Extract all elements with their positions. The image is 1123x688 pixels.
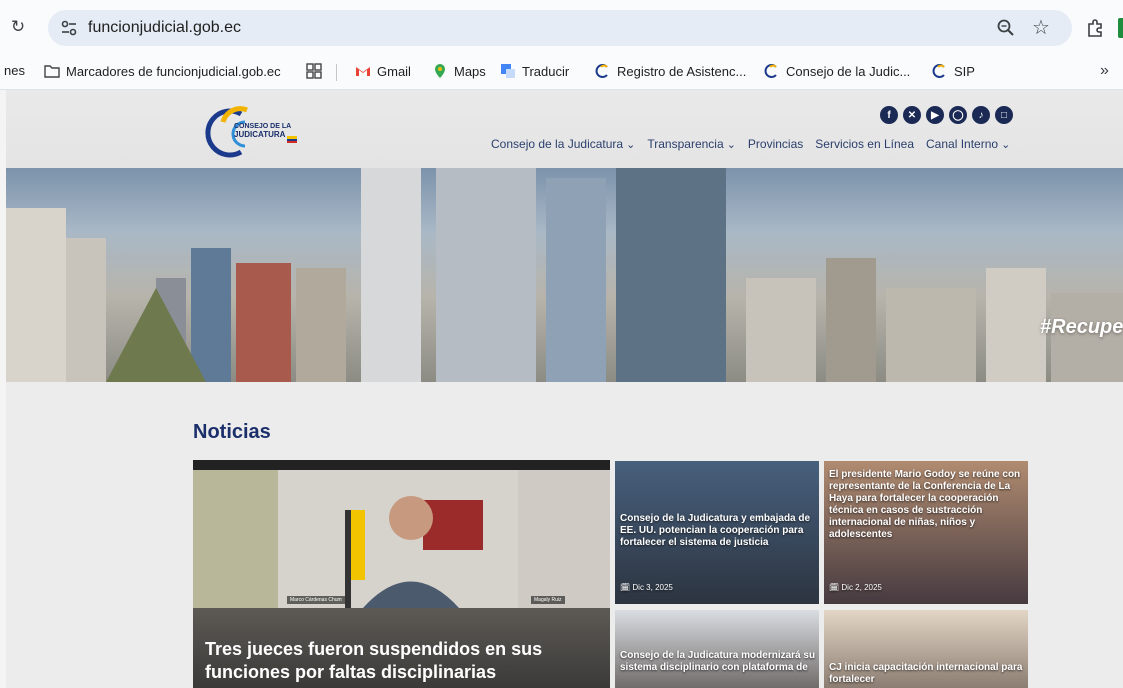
site-favicon (764, 64, 777, 78)
bookmark-label: Gmail (377, 63, 411, 79)
news-card-date: 🗓 Dic 3, 2025 (620, 583, 673, 592)
bookmark-label: nes (4, 63, 25, 78)
bookmark-folder[interactable]: Marcadores de funcionjudicial.gob.ec (44, 63, 281, 79)
maps-pin-icon (435, 64, 445, 78)
city-skyline-image (6, 168, 1123, 382)
zoom-icon[interactable] (996, 18, 1016, 38)
nav-consejo[interactable]: Consejo de la Judicatura (491, 137, 635, 151)
web-page: CONSEJO DE LA JUDICATURA f ✕ ▶ ◯ ♪ □ Con… (6, 90, 1123, 688)
site-settings-icon[interactable] (60, 20, 78, 36)
nav-provincias[interactable]: Provincias (748, 137, 803, 151)
divider (336, 64, 337, 81)
social-links: f ✕ ▶ ◯ ♪ □ (880, 106, 1013, 124)
bookmark-label: Registro de Asistenc... (617, 63, 747, 79)
bookmark-gmail[interactable]: Gmail (355, 63, 411, 79)
bookmark-truncated[interactable]: nes (4, 63, 25, 78)
site-header: CONSEJO DE LA JUDICATURA f ✕ ▶ ◯ ♪ □ Con… (6, 90, 1123, 168)
apps-grid-icon (306, 63, 322, 79)
reload-icon[interactable]: ↻ (8, 17, 28, 37)
logo-line1: CONSEJO DE LA (234, 123, 292, 130)
news-card[interactable]: Consejo de la Judicatura y embajada de E… (615, 461, 819, 604)
logo-text: CONSEJO DE LA JUDICATURA (234, 123, 291, 139)
bookmark-label: Traducir (522, 63, 570, 79)
x-icon[interactable]: ✕ (903, 106, 921, 124)
news-card-title[interactable]: CJ inicia capacitación internacional par… (829, 662, 1028, 686)
bookmark-label: SIP (954, 63, 975, 79)
main-news-card[interactable]: Marco Cárdenas Chum Magaly Ruiz Tres jue… (193, 460, 610, 688)
news-card[interactable]: El presidente Mario Godoy se reúne con r… (824, 461, 1028, 604)
videocall-image (193, 470, 610, 608)
nav-canal-interno[interactable]: Canal Interno (926, 137, 1010, 151)
youtube-icon[interactable]: ▶ (926, 106, 944, 124)
translate-icon (501, 64, 515, 78)
news-card-date: 🗓 Dic 2, 2025 (829, 583, 882, 592)
news-card-title[interactable]: Consejo de la Judicatura modernizará su … (620, 650, 819, 674)
nav-servicios[interactable]: Servicios en Línea (815, 137, 914, 151)
calendar-icon: 🗓 (829, 583, 840, 592)
bookmark-label: Marcadores de funcionjudicial.gob.ec (66, 63, 281, 79)
news-card-title[interactable]: Consejo de la Judicatura y embajada de E… (620, 513, 819, 549)
gmail-icon (356, 67, 370, 76)
folder-icon (44, 65, 60, 78)
site-favicon (932, 64, 945, 78)
news-card[interactable]: CJ inicia capacitación internacional par… (824, 610, 1028, 688)
bookmark-consejo[interactable]: Consejo de la Judic... (764, 63, 910, 79)
main-news-headline[interactable]: Tres jueces fueron suspendidos en sus fu… (205, 638, 595, 684)
news-card[interactable]: Consejo de la Judicatura modernizará su … (615, 610, 819, 688)
bookmark-apps[interactable] (306, 63, 322, 79)
logo-line2: JUDICATURA (234, 130, 286, 139)
bookmark-label: Maps (454, 63, 486, 79)
address-bar[interactable]: funcionjudicial.gob.ec ☆ (48, 10, 1072, 46)
profile-indicator (1118, 18, 1123, 38)
hero-hashtag: #Recupe (1040, 316, 1123, 338)
news-card-title[interactable]: El presidente Mario Godoy se reúne con r… (829, 469, 1028, 541)
bookmark-translate[interactable]: Traducir (500, 63, 569, 79)
participant-name: Marco Cárdenas Chum (287, 596, 345, 604)
bookmark-star-icon[interactable]: ☆ (1032, 15, 1050, 40)
bookmark-maps[interactable]: Maps (432, 63, 486, 79)
date-text: Dic 3, 2025 (632, 583, 673, 592)
participant-name: Magaly Ruiz (531, 596, 565, 604)
url-text[interactable]: funcionjudicial.gob.ec (88, 19, 241, 37)
bookmarks-overflow-button[interactable]: » (1100, 62, 1109, 80)
spaces-icon[interactable]: □ (995, 106, 1013, 124)
facebook-icon[interactable]: f (880, 106, 898, 124)
hero-banner[interactable]: #Recupe (6, 168, 1123, 382)
bookmarks-bar: nes Marcadores de funcionjudicial.gob.ec… (0, 54, 1123, 90)
bookmark-sip[interactable]: SIP (932, 63, 975, 79)
tiktok-icon[interactable]: ♪ (972, 106, 990, 124)
date-text: Dic 2, 2025 (841, 583, 882, 592)
main-nav: Consejo de la Judicatura Transparencia P… (491, 137, 1010, 151)
nav-transparencia[interactable]: Transparencia (647, 137, 736, 151)
extensions-icon[interactable] (1085, 18, 1105, 38)
site-favicon (595, 64, 608, 78)
instagram-icon[interactable]: ◯ (949, 106, 967, 124)
bookmark-label: Consejo de la Judic... (786, 63, 911, 79)
calendar-icon: 🗓 (620, 583, 631, 592)
bookmark-registro[interactable]: Registro de Asistenc... (595, 63, 746, 79)
browser-toolbar: ↻ funcionjudicial.gob.ec ☆ (0, 0, 1123, 54)
news-heading: Noticias (193, 421, 271, 443)
